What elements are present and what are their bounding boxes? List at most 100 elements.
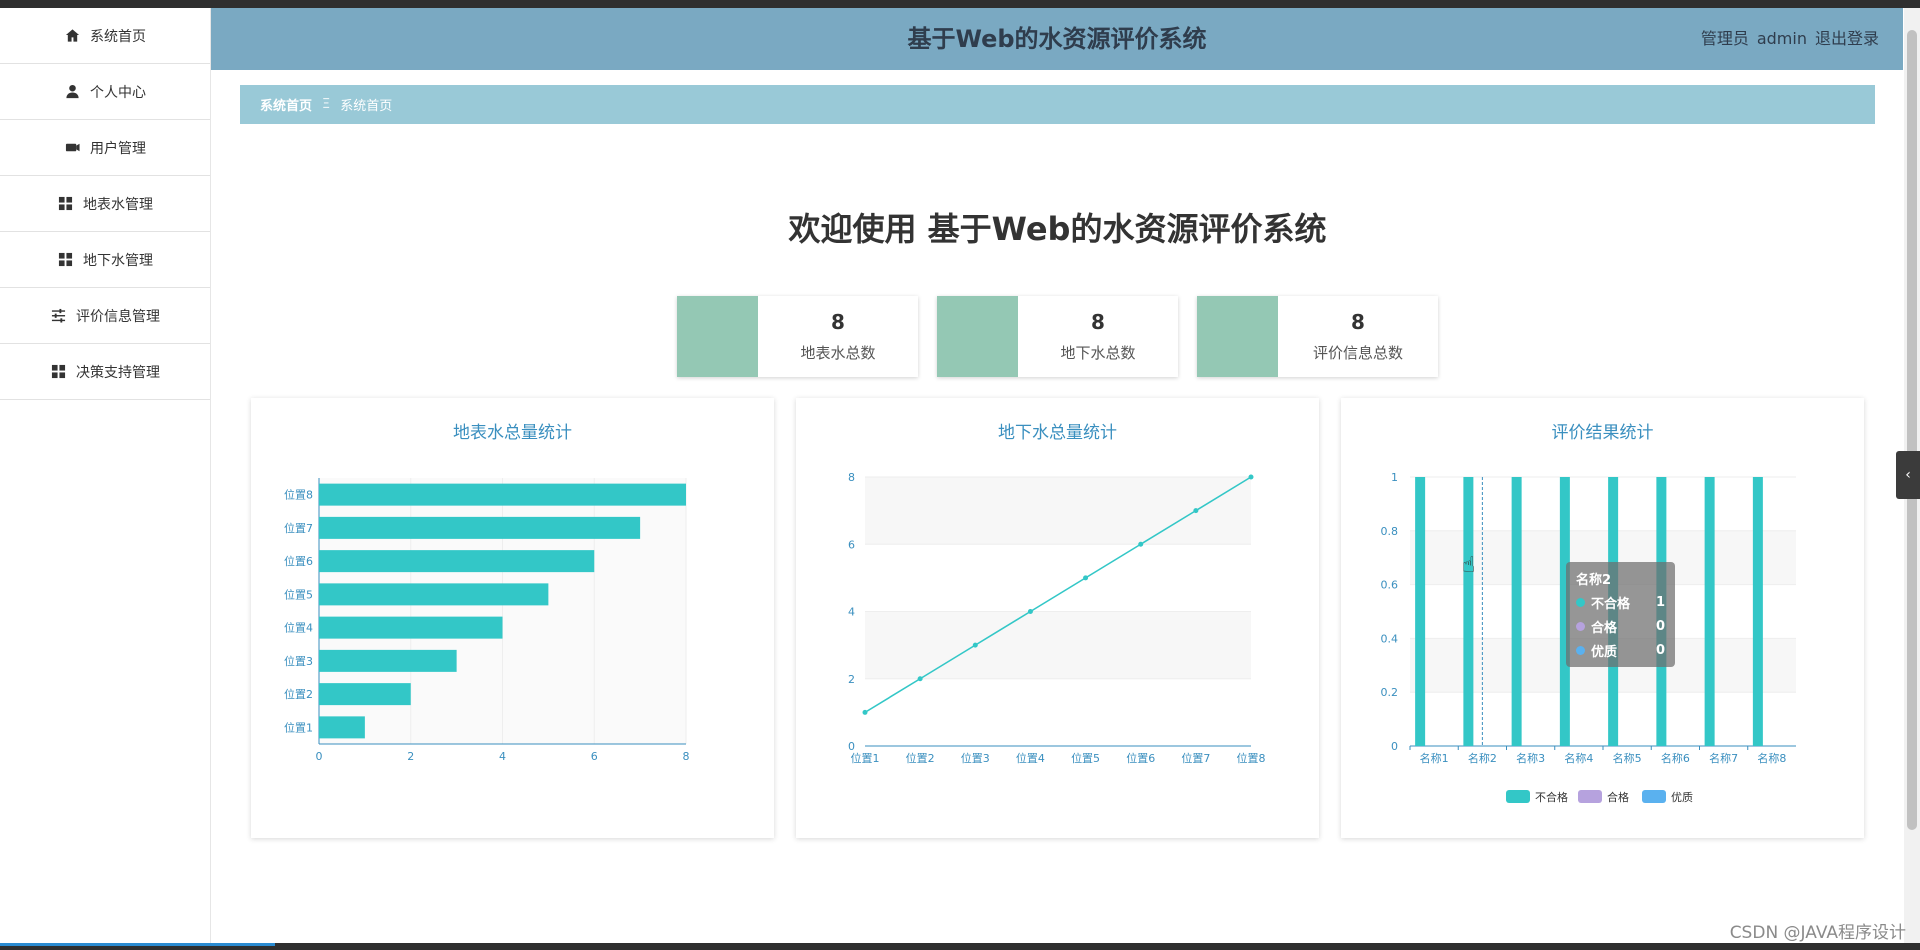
data-point: [1193, 508, 1199, 514]
sidebar-item-label: 个人中心: [90, 84, 146, 101]
sidebar-item-label: 用户管理: [90, 140, 146, 157]
sidebar-item-label: 地下水管理: [83, 252, 153, 269]
welcome-heading: 欢迎使用 基于Web的水资源评价系统: [788, 210, 1327, 248]
stat-label: 评价信息总数: [1312, 344, 1403, 362]
sidebar-item-surface-water[interactable]: 地表水管理: [0, 176, 210, 232]
data-point: [862, 709, 868, 715]
grid-band: [865, 611, 1251, 679]
x-tick-label: 名称7: [1709, 751, 1738, 765]
x-tick-label: 名称6: [1661, 751, 1690, 765]
sliders-icon: [50, 308, 66, 324]
tooltip-series-name: 优质: [1591, 645, 1618, 660]
sidebar-item-user-management[interactable]: 用户管理: [0, 120, 210, 176]
y-tick-label: 2: [848, 673, 855, 686]
y-tick-label: 0.2: [1381, 686, 1399, 699]
bar: [319, 516, 641, 539]
y-tick-label: 位置5: [284, 587, 313, 601]
x-tick-label: 位置5: [1071, 751, 1100, 765]
tooltip-series-value: 0: [1655, 619, 1665, 634]
chevron-left-icon: ‹: [1905, 467, 1911, 483]
grid-band: [865, 544, 1251, 612]
breadcrumb: 系统首页 Ξ 系统首页: [240, 85, 1875, 124]
stat-color-block: [677, 296, 758, 377]
x-tick-label: 4: [499, 750, 506, 763]
watermark: CSDN @JAVA程序设计: [1729, 923, 1906, 943]
stat-card-groundwater: 8 地下水总数: [937, 296, 1178, 377]
y-tick-label: 6: [848, 538, 855, 551]
tooltip-row: 优质 0: [1576, 641, 1665, 660]
y-tick-label: 0.8: [1381, 525, 1399, 538]
bar: [1752, 477, 1763, 746]
sidebar-item-groundwater[interactable]: 地下水管理: [0, 232, 210, 288]
tooltip-row: 不合格 1: [1576, 593, 1665, 612]
x-tick-label: 2: [407, 750, 414, 763]
bar: [319, 616, 503, 639]
stat-color-block: [937, 296, 1018, 377]
breadcrumb-separator: Ξ: [322, 97, 331, 112]
data-point: [1248, 474, 1254, 480]
tooltip-series-name: 不合格: [1591, 597, 1631, 612]
window-top-strip: [0, 0, 1920, 8]
sidebar-item-evaluation[interactable]: 评价信息管理: [0, 288, 210, 344]
x-tick-label: 位置1: [851, 751, 880, 765]
grid-band: [865, 477, 1251, 545]
tooltip-series-value: 1: [1655, 595, 1665, 610]
users-icon: [64, 140, 80, 156]
x-tick-label: 位置6: [1126, 751, 1155, 765]
user-role: 管理员: [1700, 29, 1749, 48]
bar: [1463, 477, 1474, 746]
x-tick-label: 8: [683, 750, 690, 763]
series-dot: [1576, 598, 1585, 607]
data-point: [917, 676, 923, 682]
stat-label: 地表水总数: [800, 344, 876, 362]
y-tick-label: 位置8: [284, 488, 313, 502]
y-tick-label: 位置3: [284, 654, 313, 668]
bar: [319, 649, 457, 672]
sidebar-item-decision-support[interactable]: 决策支持管理: [0, 344, 210, 400]
scrollbar-thumb[interactable]: [1907, 30, 1917, 830]
x-tick-label: 位置7: [1181, 751, 1210, 765]
tooltip-series-name: 合格: [1591, 621, 1618, 636]
breadcrumb-current: 系统首页: [340, 99, 393, 114]
legend-label: 不合格: [1535, 790, 1568, 804]
sidebar-item-home[interactable]: 系统首页: [0, 8, 210, 64]
y-tick-label: 位置1: [284, 720, 313, 734]
grid-icon: [57, 252, 73, 268]
sidebar-item-personal-center[interactable]: 个人中心: [0, 64, 210, 120]
logout-button[interactable]: 退出登录: [1815, 29, 1879, 48]
bar: [319, 483, 686, 506]
y-tick-label: 0: [1391, 740, 1398, 753]
data-point: [1083, 575, 1089, 581]
top-header: 基于Web的水资源评价系统 管理员 admin 退出登录: [211, 8, 1903, 70]
y-tick-label: 位置6: [284, 554, 313, 568]
sidebar-item-label: 系统首页: [90, 28, 146, 45]
app-title: 基于Web的水资源评价系统: [907, 25, 1207, 53]
chart-card-surface-water: 地表水总量统计 0 2 4 6 8 位置1 位置2 位置3 位置4 位置5 位置6 位置7 位置8: [251, 398, 774, 838]
tooltip-title: 名称2: [1576, 573, 1612, 588]
x-tick-label: 名称1: [1420, 751, 1449, 765]
user-icon: [64, 84, 80, 100]
bar: [1415, 477, 1426, 746]
bar: [319, 716, 365, 739]
bar: [319, 550, 595, 573]
bar: [319, 583, 549, 606]
x-tick-label: 名称8: [1757, 751, 1786, 765]
stat-card-surface-water: 8 地表水总数: [677, 296, 918, 377]
series-dot: [1576, 622, 1585, 631]
surface-water-bar-chart: 0 2 4 6 8 位置1 位置2 位置3 位置4 位置5 位置6 位置7 位置8: [284, 478, 690, 763]
x-tick-label: 位置4: [1016, 751, 1045, 765]
breadcrumb-root[interactable]: 系统首页: [260, 95, 312, 114]
y-tick-label: 1: [1391, 471, 1398, 484]
sidebar-item-label: 决策支持管理: [76, 364, 160, 381]
collapse-panel-button[interactable]: ‹: [1896, 451, 1920, 499]
chart-tooltip: 名称2 不合格 1 合格 0 优质 0: [1566, 562, 1675, 667]
y-tick-label: 位置4: [284, 621, 313, 635]
x-tick-label: 名称2: [1468, 751, 1497, 765]
legend-label: 合格: [1607, 790, 1629, 804]
tooltip-row: 合格 0: [1576, 617, 1665, 636]
x-tick-label: 0: [316, 750, 323, 763]
stat-value: 8: [1091, 310, 1105, 334]
data-point: [1138, 541, 1144, 547]
grid-icon: [50, 364, 66, 380]
bar: [319, 683, 411, 706]
